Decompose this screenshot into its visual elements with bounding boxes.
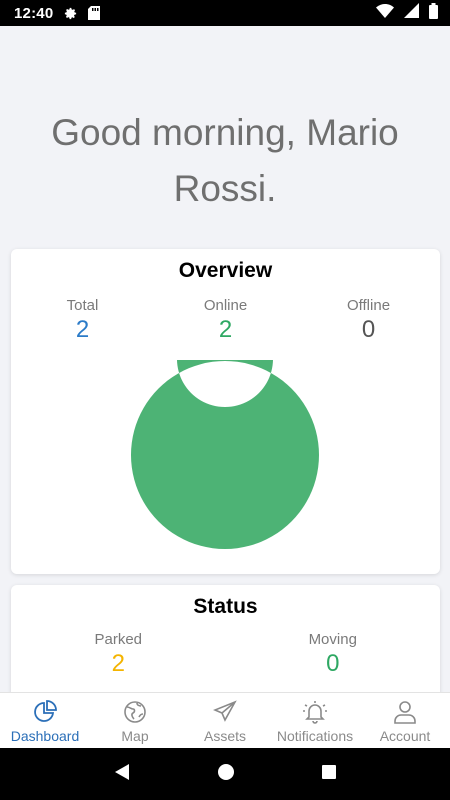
- stat-offline-label: Offline: [346, 297, 391, 314]
- stat-total: Total 2: [23, 297, 143, 344]
- stat-offline-value: 0: [361, 316, 376, 343]
- home-icon[interactable]: [217, 763, 235, 786]
- stat-moving-value: 0: [326, 650, 340, 677]
- status-bar: 12:40: [0, 0, 450, 26]
- battery-icon: [429, 2, 438, 24]
- recents-icon[interactable]: [321, 764, 337, 785]
- system-nav-bar: [0, 748, 450, 800]
- status-time: 12:40: [14, 4, 54, 22]
- greeting-text: Good morning, Mario Rossi.: [51, 112, 399, 209]
- stat-moving-label: Moving: [308, 631, 357, 648]
- nav-map-label: Map: [121, 728, 149, 744]
- overview-stats: Total 2 Online 2 Offline 0: [11, 297, 440, 344]
- stat-total-label: Total: [66, 297, 99, 314]
- nav-notifications[interactable]: Notifications: [270, 693, 360, 748]
- paper-plane-icon: [212, 699, 238, 725]
- status-stats: Parked 2 Moving 0: [11, 631, 440, 678]
- overview-donut-chart[interactable]: [130, 311, 320, 550]
- signal-icon: [404, 3, 419, 23]
- overview-title: Overview: [178, 259, 273, 282]
- stat-online-value: 2: [218, 316, 233, 343]
- stat-offline: Offline 0: [309, 297, 429, 344]
- bottom-nav: Dashboard Map Assets Notifications Accou…: [0, 692, 450, 748]
- nav-assets-label: Assets: [203, 728, 246, 744]
- stat-moving: Moving 0: [273, 631, 393, 678]
- nav-dashboard[interactable]: Dashboard: [0, 693, 90, 748]
- nav-map[interactable]: Map: [90, 693, 180, 748]
- stat-parked-label: Parked: [94, 631, 143, 648]
- nav-assets[interactable]: Assets: [180, 693, 270, 748]
- nav-notifications-label: Notifications: [276, 728, 354, 744]
- stat-online-label: Online: [203, 297, 248, 314]
- donut-svg: [130, 311, 319, 549]
- nav-account[interactable]: Account: [360, 693, 450, 748]
- back-icon[interactable]: [113, 763, 131, 786]
- pie-chart-icon: [32, 699, 58, 725]
- sd-card-icon: [88, 6, 101, 20]
- wifi-icon: [376, 3, 394, 23]
- stat-parked-value: 2: [111, 650, 125, 677]
- gear-icon: [63, 6, 78, 21]
- stat-online: Online 2: [166, 297, 286, 344]
- nav-account-label: Account: [379, 728, 431, 744]
- globe-icon: [122, 699, 148, 725]
- bell-icon: [302, 699, 328, 725]
- nav-dashboard-label: Dashboard: [10, 728, 80, 744]
- user-icon: [392, 699, 418, 725]
- stat-parked: Parked 2: [58, 631, 178, 678]
- stat-total-value: 2: [75, 316, 90, 343]
- status-title: Status: [193, 595, 258, 618]
- overview-card: Overview Total 2 Online 2 Offline 0: [11, 249, 440, 574]
